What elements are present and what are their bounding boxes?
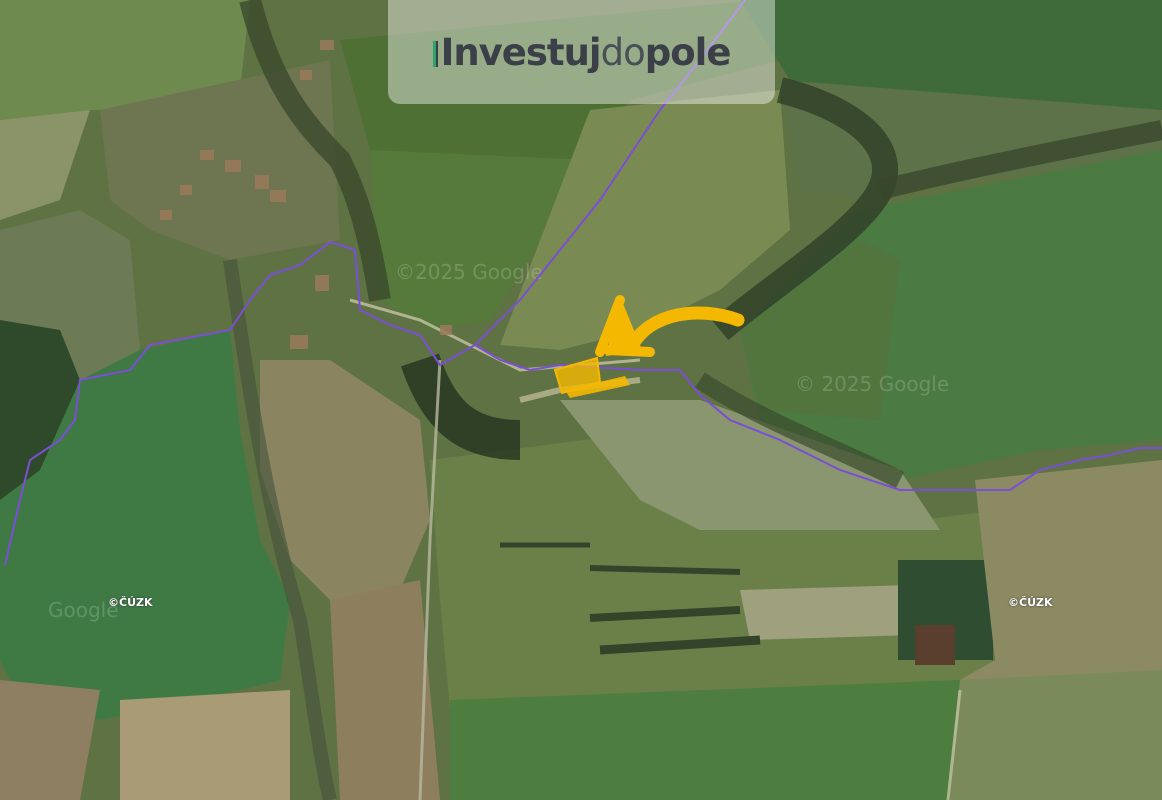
brand-part-1: Investuj bbox=[440, 30, 602, 74]
brand-logo: Investujdopole bbox=[388, 0, 775, 104]
map-overlay bbox=[4, 0, 1162, 566]
arrow-icon bbox=[595, 295, 745, 357]
brand-logo-text: Investujdopole bbox=[432, 30, 732, 74]
brand-part-2: do bbox=[600, 30, 646, 74]
brand-mark-icon bbox=[432, 40, 438, 67]
satellite-map[interactable]: ©2025 Google © 2025 Google Google ©ČÚZK … bbox=[0, 0, 1162, 800]
brand-part-3: pole bbox=[644, 30, 732, 74]
